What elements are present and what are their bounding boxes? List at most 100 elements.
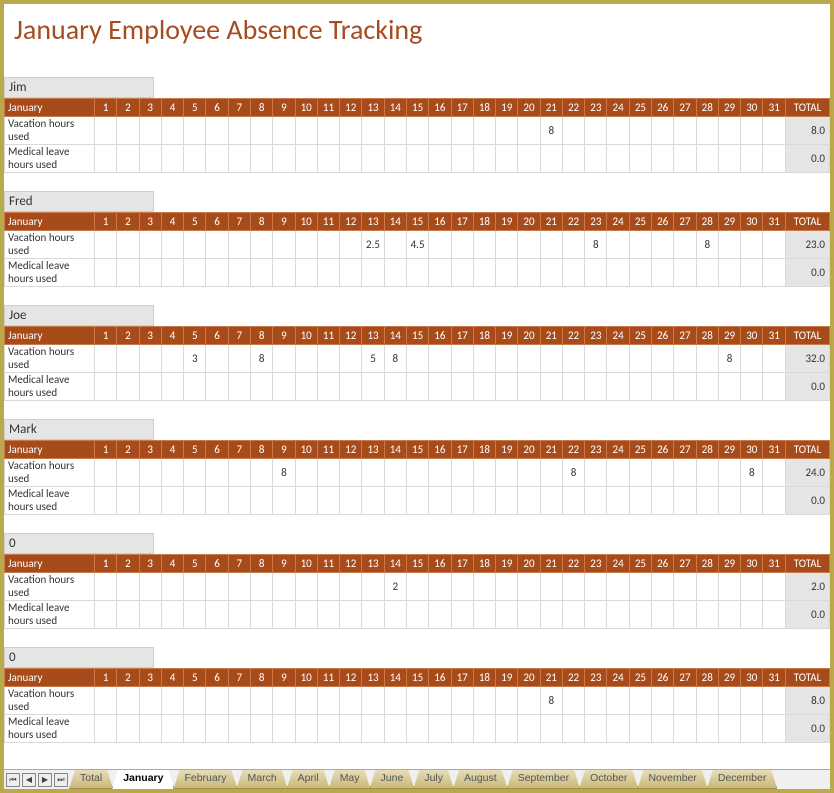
day-cell[interactable] xyxy=(384,145,406,173)
day-cell[interactable] xyxy=(540,231,562,259)
day-cell[interactable] xyxy=(117,687,139,715)
day-cell[interactable] xyxy=(184,231,206,259)
day-cell[interactable] xyxy=(763,345,786,373)
day-cell[interactable] xyxy=(273,117,295,145)
day-cell[interactable] xyxy=(206,459,228,487)
day-cell[interactable] xyxy=(139,117,161,145)
day-cell[interactable] xyxy=(295,459,317,487)
day-cell[interactable] xyxy=(317,117,339,145)
day-cell[interactable] xyxy=(763,487,786,515)
day-cell[interactable] xyxy=(139,345,161,373)
day-cell[interactable] xyxy=(317,487,339,515)
day-cell[interactable] xyxy=(629,373,651,401)
day-cell[interactable] xyxy=(763,573,786,601)
day-cell[interactable] xyxy=(228,231,250,259)
day-cell[interactable] xyxy=(139,459,161,487)
day-cell[interactable] xyxy=(696,687,718,715)
day-cell[interactable] xyxy=(585,601,607,629)
sheet-tab-december[interactable]: December xyxy=(707,770,777,789)
sheet-tab-total[interactable]: Total xyxy=(69,770,113,789)
day-cell[interactable] xyxy=(518,573,540,601)
day-cell[interactable] xyxy=(451,231,473,259)
day-cell[interactable] xyxy=(273,601,295,629)
day-cell[interactable] xyxy=(228,687,250,715)
day-cell[interactable] xyxy=(585,117,607,145)
day-cell[interactable] xyxy=(429,573,451,601)
day-cell[interactable] xyxy=(741,573,763,601)
day-cell[interactable] xyxy=(384,687,406,715)
day-cell[interactable] xyxy=(429,345,451,373)
day-cell[interactable] xyxy=(585,573,607,601)
day-cell[interactable] xyxy=(585,345,607,373)
day-cell[interactable] xyxy=(184,573,206,601)
day-cell[interactable] xyxy=(496,715,518,743)
day-cell[interactable] xyxy=(607,117,629,145)
day-cell[interactable] xyxy=(184,687,206,715)
day-cell[interactable] xyxy=(295,259,317,287)
day-cell[interactable]: 8 xyxy=(540,687,562,715)
day-cell[interactable] xyxy=(117,373,139,401)
day-cell[interactable] xyxy=(340,573,362,601)
day-cell[interactable] xyxy=(117,117,139,145)
day-cell[interactable] xyxy=(473,145,495,173)
day-cell[interactable] xyxy=(184,487,206,515)
day-cell[interactable] xyxy=(340,459,362,487)
day-cell[interactable] xyxy=(406,145,428,173)
day-cell[interactable] xyxy=(496,231,518,259)
day-cell[interactable] xyxy=(362,487,384,515)
day-cell[interactable]: 8 xyxy=(718,345,740,373)
employee-name[interactable]: Fred xyxy=(4,191,154,212)
day-cell[interactable]: 8 xyxy=(540,117,562,145)
day-cell[interactable] xyxy=(607,259,629,287)
day-cell[interactable] xyxy=(696,487,718,515)
day-cell[interactable] xyxy=(496,601,518,629)
day-cell[interactable] xyxy=(562,373,584,401)
day-cell[interactable] xyxy=(718,487,740,515)
day-cell[interactable] xyxy=(473,487,495,515)
day-cell[interactable] xyxy=(406,459,428,487)
day-cell[interactable] xyxy=(228,145,250,173)
day-cell[interactable] xyxy=(340,259,362,287)
day-cell[interactable] xyxy=(652,345,674,373)
day-cell[interactable] xyxy=(585,259,607,287)
day-cell[interactable] xyxy=(741,715,763,743)
day-cell[interactable] xyxy=(696,373,718,401)
day-cell[interactable] xyxy=(95,145,117,173)
day-cell[interactable] xyxy=(718,259,740,287)
day-cell[interactable] xyxy=(362,145,384,173)
day-cell[interactable] xyxy=(496,573,518,601)
day-cell[interactable] xyxy=(585,715,607,743)
day-cell[interactable] xyxy=(340,487,362,515)
day-cell[interactable] xyxy=(718,373,740,401)
day-cell[interactable] xyxy=(228,117,250,145)
day-cell[interactable] xyxy=(184,601,206,629)
day-cell[interactable] xyxy=(585,459,607,487)
day-cell[interactable] xyxy=(384,231,406,259)
day-cell[interactable] xyxy=(273,573,295,601)
day-cell[interactable] xyxy=(206,117,228,145)
day-cell[interactable] xyxy=(95,231,117,259)
sheet-tab-march[interactable]: March xyxy=(236,770,287,789)
day-cell[interactable] xyxy=(741,687,763,715)
day-cell[interactable] xyxy=(273,345,295,373)
day-cell[interactable] xyxy=(585,487,607,515)
day-cell[interactable] xyxy=(585,145,607,173)
day-cell[interactable] xyxy=(250,687,272,715)
day-cell[interactable] xyxy=(406,715,428,743)
day-cell[interactable] xyxy=(607,715,629,743)
day-cell[interactable] xyxy=(652,145,674,173)
day-cell[interactable] xyxy=(362,687,384,715)
day-cell[interactable] xyxy=(718,459,740,487)
day-cell[interactable] xyxy=(250,117,272,145)
day-cell[interactable] xyxy=(250,601,272,629)
day-cell[interactable] xyxy=(429,231,451,259)
day-cell[interactable] xyxy=(250,373,272,401)
day-cell[interactable] xyxy=(629,145,651,173)
day-cell[interactable] xyxy=(652,373,674,401)
day-cell[interactable] xyxy=(473,259,495,287)
day-cell[interactable] xyxy=(317,687,339,715)
day-cell[interactable] xyxy=(206,573,228,601)
day-cell[interactable] xyxy=(652,601,674,629)
day-cell[interactable] xyxy=(629,715,651,743)
day-cell[interactable] xyxy=(362,715,384,743)
